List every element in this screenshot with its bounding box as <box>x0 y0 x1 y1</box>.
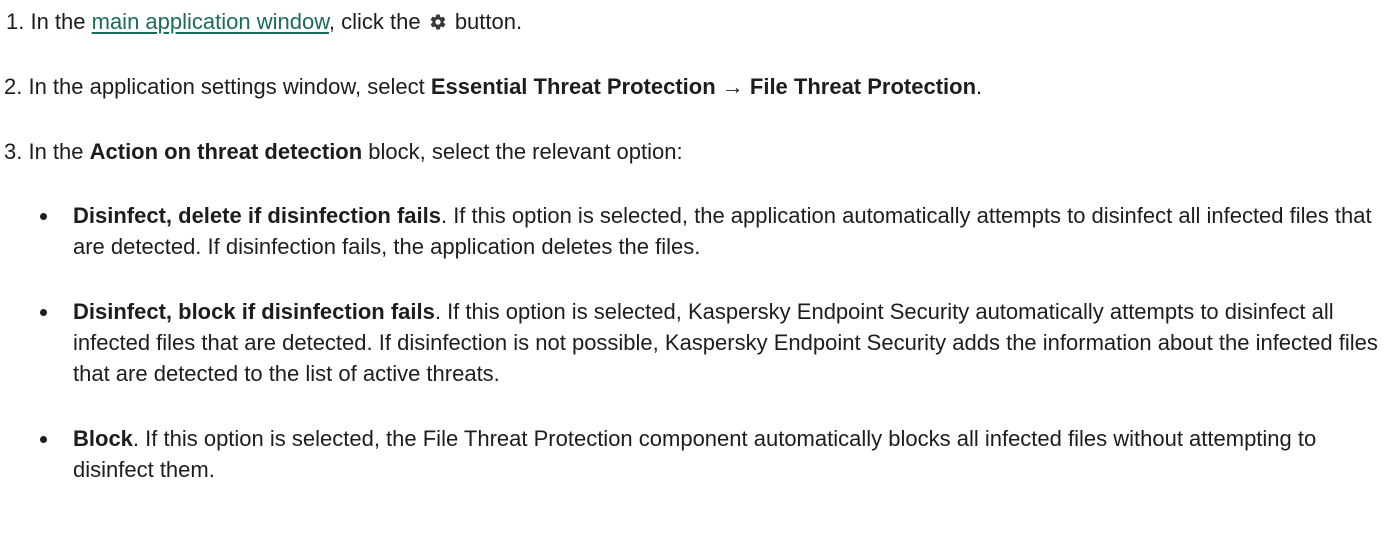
step-3-suffix: block, select the relevant option: <box>362 139 683 164</box>
step-1-middle: , click the <box>328 9 427 34</box>
step-2: 2. In the application settings window, s… <box>4 71 982 102</box>
option-title: Disinfect, block if disinfection fails <box>73 299 435 324</box>
gear-icon <box>430 14 445 30</box>
step-2-suffix: . <box>976 74 983 99</box>
step-1: 1. In the main application window, click… <box>6 6 522 37</box>
step-3-prefix: 3. In the <box>4 139 90 164</box>
step-3: 3. In the Action on threat detection blo… <box>4 136 683 167</box>
list-item: Disinfect, block if disinfection fails. … <box>40 296 1380 389</box>
list-item: Disinfect, delete if disinfection fails.… <box>40 200 1380 262</box>
settings-path: Essential Threat Protection → File Threa… <box>430 74 977 99</box>
options-list: Disinfect, delete if disinfection fails.… <box>40 200 1380 519</box>
help-article: 1. In the main application window, click… <box>0 0 1392 551</box>
main-application-window-link[interactable]: main application window <box>92 9 329 34</box>
block-name: Action on threat detection <box>89 139 363 164</box>
step-1-suffix: button. <box>448 9 523 34</box>
option-description: . If this option is selected, the File T… <box>73 426 1317 482</box>
option-title: Disinfect, delete if disinfection fails <box>73 203 441 228</box>
list-item: Block. If this option is selected, the F… <box>40 423 1380 485</box>
option-title: Block <box>73 426 133 451</box>
step-1-prefix: 1. In the <box>6 9 92 34</box>
step-2-prefix: 2. In the application settings window, s… <box>4 74 431 99</box>
